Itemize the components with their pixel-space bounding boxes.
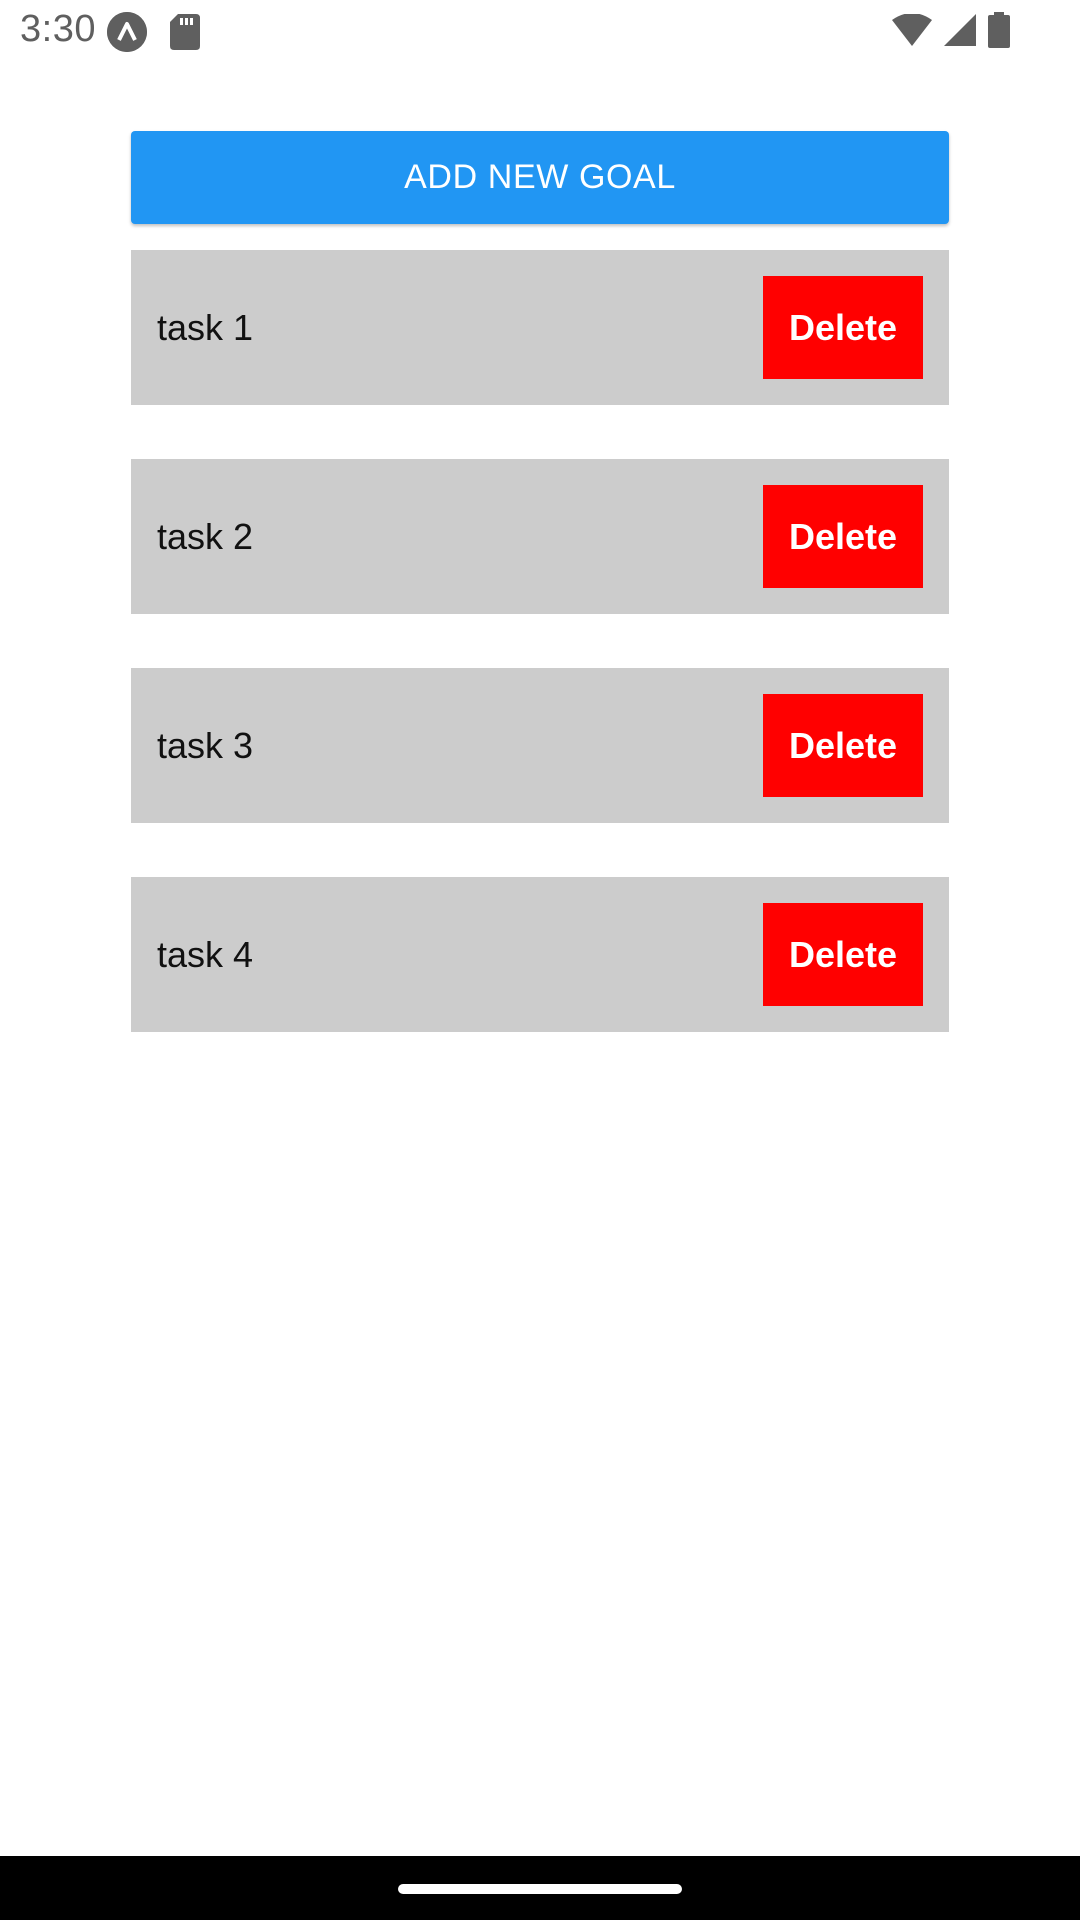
status-bar: 3:30 [0, 0, 1080, 64]
delete-button[interactable]: Delete [763, 903, 923, 1006]
wifi-icon [892, 12, 932, 51]
goal-label: task 2 [157, 515, 254, 557]
status-icons-right [892, 11, 1010, 53]
delete-button[interactable]: Delete [763, 694, 923, 797]
goal-label: task 1 [157, 306, 254, 348]
status-time: 3:30 [20, 8, 96, 50]
goal-list: task 1 Delete task 2 Delete task 3 Delet… [131, 250, 949, 1086]
goal-label: task 4 [157, 933, 254, 975]
add-new-goal-button[interactable]: ADD NEW GOAL [131, 131, 949, 224]
app-notification-icon [107, 12, 147, 52]
goal-label: task 3 [157, 724, 254, 766]
goal-list-item: task 4 Delete [131, 877, 949, 1032]
cellular-signal-icon [944, 13, 976, 51]
navigation-bar [0, 1856, 1080, 1920]
delete-button[interactable]: Delete [763, 276, 923, 379]
goal-list-item: task 1 Delete [131, 250, 949, 405]
home-gesture-handle[interactable] [398, 1884, 682, 1894]
goal-list-item: task 3 Delete [131, 668, 949, 823]
delete-button[interactable]: Delete [763, 485, 923, 588]
goal-list-item: task 2 Delete [131, 459, 949, 614]
sd-card-icon [170, 14, 200, 50]
battery-icon [988, 11, 1010, 53]
